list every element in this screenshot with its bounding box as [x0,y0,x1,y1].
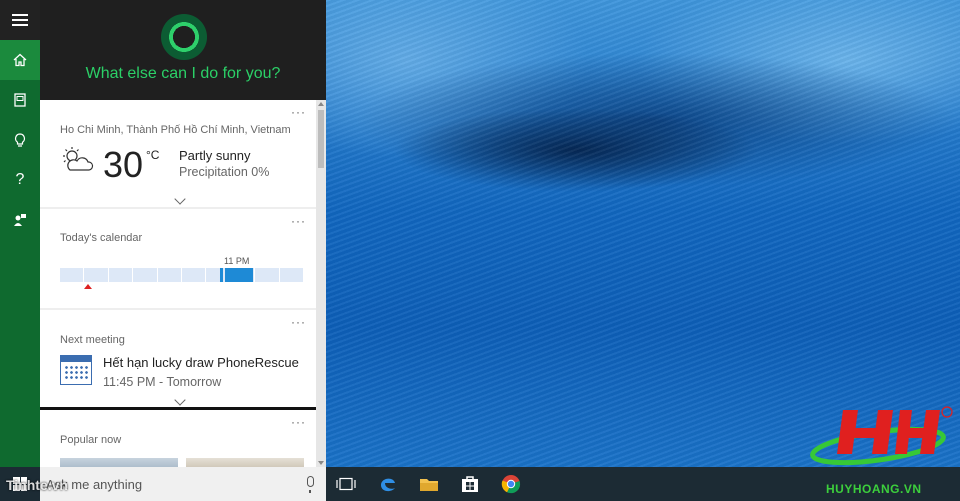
edge-button[interactable] [377,473,399,495]
rail-item-home[interactable] [0,40,40,80]
news-thumbnail[interactable] [60,458,178,467]
file-explorer-button[interactable] [418,473,440,495]
calendar-event-block[interactable] [220,268,253,282]
folder-icon [420,479,438,491]
task-view-icon [336,477,356,491]
rail-item-feedback[interactable] [0,200,40,240]
microphone-icon[interactable] [307,476,314,493]
calendar-label: Today's calendar [60,232,143,244]
temperature: 30 [103,144,144,185]
watermark-text: Tinhte.vn [6,477,68,493]
scroll-up-icon[interactable] [318,102,324,106]
chrome-icon [501,475,521,494]
task-view-button[interactable] [335,473,357,495]
meeting-label: Next meeting [60,334,125,346]
cortana-rail: ? [0,0,40,467]
news-thumbnail[interactable] [186,458,304,467]
question-icon: ? [15,171,25,188]
calendar-icon [60,355,92,385]
current-time-marker-icon [84,284,92,289]
store-icon [462,476,478,492]
cortana-search-box[interactable] [40,467,326,501]
chrome-button[interactable] [500,473,522,495]
weather-card[interactable]: ··· Ho Chi Minh, Thành Phố Hồ Chí Minh, … [40,100,316,207]
store-button[interactable] [459,473,481,495]
scrollbar-thumb[interactable] [318,110,324,168]
popular-label: Popular now [60,434,122,446]
notebook-icon [14,93,26,107]
expand-chevron-icon[interactable] [174,394,186,406]
cortana-prompt: What else can I do for you? [85,65,281,82]
feedback-icon [14,214,26,226]
feed-scrollbar[interactable] [316,100,326,467]
meeting-time: 11:45 PM - Tomorrow [103,375,222,389]
search-input[interactable] [46,474,296,494]
card-more-button[interactable]: ··· [291,105,306,119]
card-more-button[interactable]: ··· [291,415,306,429]
timeline-hour-label: 11 PM [224,256,250,266]
calendar-card[interactable]: ··· Today's calendar 11 PM [40,209,316,308]
huyhoang-logo [810,406,953,466]
cortana-logo-icon [161,14,207,60]
lightbulb-icon [14,132,26,147]
rail-item-help[interactable]: ? [0,160,40,200]
home-icon [13,53,27,67]
cortana-header: What else can I do for you? [40,0,326,100]
rail-item-ideas[interactable] [0,120,40,160]
weather-location: Ho Chi Minh, Thành Phố Hồ Chí Minh, Viet… [60,124,291,136]
weather-precipitation: Precipitation 0% [179,165,270,179]
scroll-down-icon[interactable] [318,461,324,465]
hamburger-icon [12,14,28,26]
partly-sunny-icon [63,147,94,171]
popular-card[interactable]: ··· Popular now [40,410,316,467]
edge-icon [381,478,395,492]
menu-button[interactable] [0,0,40,40]
card-more-button[interactable]: ··· [291,315,306,329]
calendar-timeline[interactable] [60,268,305,282]
weather-condition: Partly sunny [179,148,251,163]
card-more-button[interactable]: ··· [291,214,306,228]
cortana-feed[interactable]: ··· Ho Chi Minh, Thành Phố Hồ Chí Minh, … [40,100,326,467]
expand-chevron-icon[interactable] [174,193,186,205]
temperature-unit: °C [146,148,160,162]
meeting-card[interactable]: ··· Next meeting Hết hạn lucky draw Phon… [40,310,316,407]
desktop-wallpaper [326,0,960,467]
meeting-title[interactable]: Hết hạn lucky draw PhoneRescue [103,355,299,370]
watermark-text: HUYHOANG.VN [826,482,922,496]
rail-item-notebook[interactable] [0,80,40,120]
